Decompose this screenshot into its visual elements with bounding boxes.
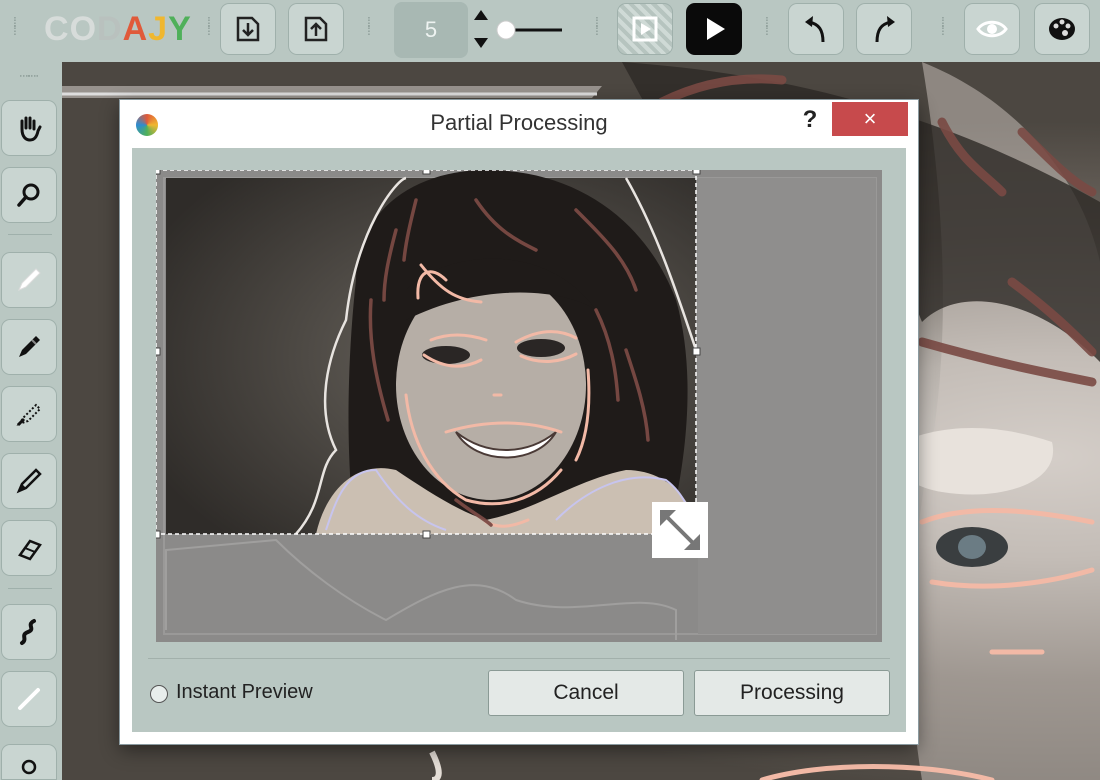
preview-toggle-button[interactable] <box>617 3 673 55</box>
toolbar-grip[interactable]: ⁞ ⁞ <box>936 15 950 37</box>
white-pencil-button[interactable] <box>1 252 57 308</box>
eraser-button[interactable] <box>1 520 57 576</box>
help-button[interactable]: ? <box>800 104 820 136</box>
divider <box>8 234 52 235</box>
logo-letter: A <box>122 10 149 48</box>
undo-button[interactable] <box>788 3 844 55</box>
marker-icon <box>19 336 40 357</box>
logo-letter: Y <box>168 10 192 48</box>
toolbar-grip[interactable]: ⁞ ⁞ <box>760 15 774 37</box>
hand-tool-button[interactable] <box>1 100 57 156</box>
preview-area[interactable] <box>156 170 882 642</box>
line-tool-button[interactable] <box>1 671 57 727</box>
play-button[interactable] <box>686 3 742 55</box>
dialog-title: Partial Processing <box>430 110 608 135</box>
marker-button[interactable] <box>1 319 57 375</box>
toolbar-grip[interactable]: ⁞ ⁞ <box>8 15 22 37</box>
undo-icon <box>805 16 825 43</box>
import-button[interactable] <box>220 3 276 55</box>
partial-tool-icon <box>21 759 37 775</box>
eye-icon <box>976 20 1008 38</box>
dotted-brush-icon <box>16 403 42 427</box>
squiggle-tool-button[interactable] <box>1 604 57 660</box>
partial-processing-dialog: Partial Processing ? × Instant Preview C… <box>120 100 918 744</box>
redo-icon <box>875 16 895 43</box>
toolbar-grip[interactable]: ⁞ ⁞ <box>202 15 216 37</box>
instant-preview-checkbox[interactable] <box>150 685 168 703</box>
hand-icon <box>20 116 42 142</box>
resize-arrows-icon <box>660 510 700 550</box>
close-button[interactable]: × <box>832 102 908 136</box>
export-icon <box>304 16 328 42</box>
palette-button[interactable] <box>1034 3 1090 55</box>
pencil-icon <box>16 468 42 494</box>
dotted-brush-button[interactable] <box>1 386 57 442</box>
squiggle-icon <box>20 619 36 645</box>
white-pencil-icon <box>18 268 41 291</box>
left-toolbar: ⁞ ⁞ <box>0 62 62 780</box>
logo-letter: J <box>148 10 169 48</box>
logo-letter: D <box>97 10 123 48</box>
line-icon <box>18 688 40 710</box>
export-button[interactable] <box>288 3 344 55</box>
processing-button[interactable]: Processing <box>694 670 890 716</box>
redo-button[interactable] <box>856 3 912 55</box>
preview-toggle-icon <box>632 16 658 42</box>
magnifier-icon <box>17 183 40 207</box>
resize-handle[interactable] <box>652 502 708 558</box>
dialog-divider <box>148 658 890 659</box>
logo-letter: C <box>44 10 70 48</box>
size-stepper-icon[interactable] <box>470 6 492 52</box>
pencil-button[interactable] <box>1 453 57 509</box>
instant-preview-label[interactable]: Instant Preview <box>176 681 313 704</box>
import-icon <box>236 16 260 42</box>
palette-icon <box>1049 18 1075 40</box>
play-icon <box>707 18 725 40</box>
preview-image <box>156 170 882 642</box>
more-tools-button[interactable] <box>1 744 57 780</box>
logo-letter: O <box>69 10 98 48</box>
dialog-body: Instant Preview Cancel Processing <box>132 148 906 732</box>
eraser-icon <box>18 539 42 561</box>
sidebar-grip[interactable]: ⁞ ⁞ <box>17 69 41 83</box>
brush-size-value[interactable]: 5 <box>394 2 468 58</box>
divider <box>8 588 52 589</box>
view-button[interactable] <box>964 3 1020 55</box>
toolbar-grip[interactable]: ⁞ ⁞ <box>362 15 376 37</box>
top-toolbar: ⁞ ⁞ CODAJY ⁞ ⁞ ⁞ ⁞ 5 ⁞ ⁞ ⁞ ⁞ ⁞ ⁞ <box>0 0 1100 62</box>
brush-slider[interactable] <box>494 18 564 42</box>
app-logo: CODAJY <box>44 10 192 49</box>
cancel-button[interactable]: Cancel <box>488 670 684 716</box>
toolbar-grip[interactable]: ⁞ ⁞ <box>590 15 604 37</box>
zoom-tool-button[interactable] <box>1 167 57 223</box>
